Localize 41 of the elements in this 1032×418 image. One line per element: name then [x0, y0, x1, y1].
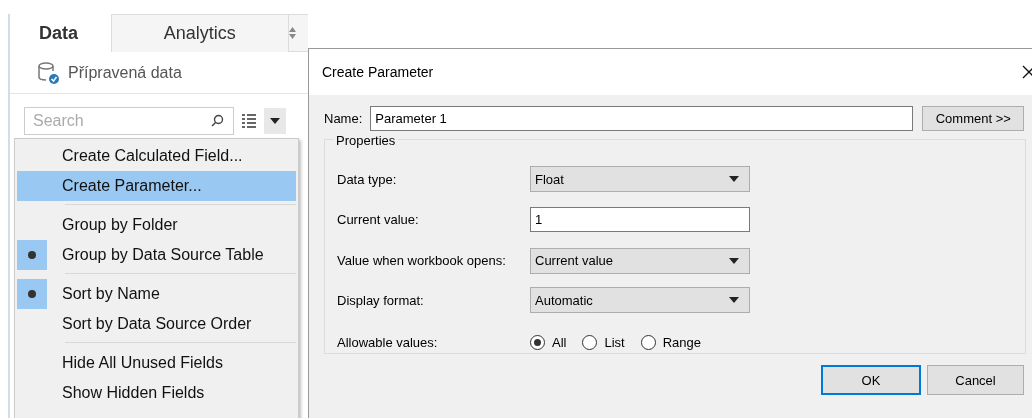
radio-option[interactable]: Range: [640, 334, 701, 350]
comment-button[interactable]: Comment >>: [922, 106, 1025, 131]
tab[interactable]: Analytics: [110, 14, 289, 52]
bullet-icon: [28, 251, 36, 259]
dropdown[interactable]: Current value: [530, 247, 750, 274]
search-icon: [211, 114, 224, 127]
menu-item[interactable]: Hide All Unused Fields: [17, 348, 296, 378]
caret-icon: [729, 176, 739, 182]
menu-item[interactable]: Group by Data Source Table: [17, 240, 296, 270]
dropdown[interactable]: Float: [530, 166, 750, 192]
field-label: Display format:: [337, 292, 425, 308]
radio-option[interactable]: List: [582, 334, 625, 350]
field-label: Data type:: [337, 171, 398, 187]
menu-item[interactable]: Create Parameter...: [17, 171, 296, 201]
field-label: Allowable values:: [337, 334, 439, 350]
menu-item[interactable]: Sort by Name: [17, 279, 296, 309]
dialog-button[interactable]: OK: [821, 365, 921, 395]
menu-item[interactable]: Sort by Data Source Order: [17, 309, 296, 339]
menu-item[interactable]: Group by Folder: [17, 210, 296, 240]
field-label: Current value:: [337, 211, 420, 227]
database-icon: [36, 60, 60, 85]
input-field[interactable]: 1: [530, 206, 750, 232]
input-field[interactable]: Parameter 1: [370, 106, 914, 131]
caret-icon: [729, 257, 739, 264]
data-source-name[interactable]: Přípravená data: [68, 63, 182, 82]
list-view-icon[interactable]: [240, 114, 258, 128]
group-title: Properties: [333, 133, 399, 148]
radio-option[interactable]: All: [530, 334, 567, 350]
field-label: Value when workbook opens:: [337, 253, 507, 268]
menu-item[interactable]: Create Calculated Field...: [17, 141, 296, 171]
bullet-icon: [28, 290, 36, 298]
dropdown-button[interactable]: [264, 108, 286, 134]
caret-icon: [270, 118, 280, 124]
window-title: Create Parameter: [322, 64, 434, 80]
dropdown[interactable]: Automatic: [530, 287, 750, 313]
caret-icon: [729, 297, 739, 303]
menu-item[interactable]: Show Hidden Fields: [17, 378, 296, 408]
search-field[interactable]: Search: [24, 107, 234, 135]
close-icon[interactable]: [1022, 65, 1032, 79]
field-label: Name:: [324, 111, 363, 126]
dialog-button[interactable]: Cancel: [927, 365, 1024, 395]
